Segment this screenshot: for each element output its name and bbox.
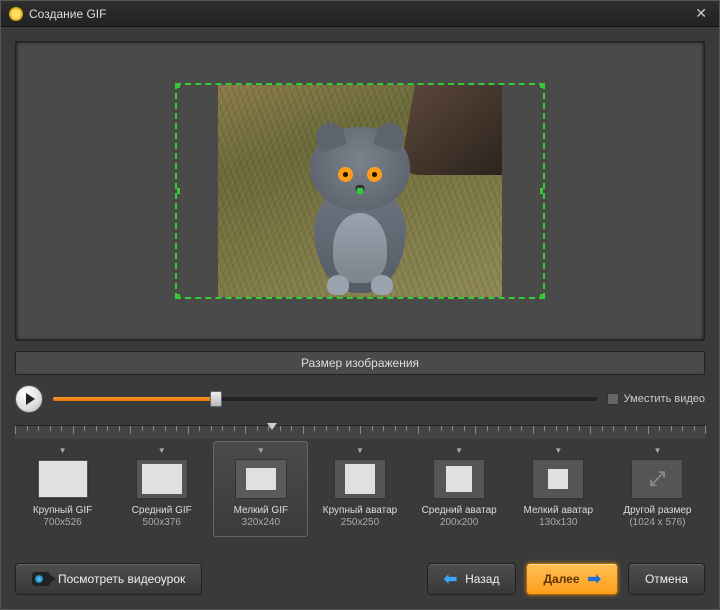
tutorial-label: Посмотреть видеоурок (58, 572, 185, 586)
expand-icon: ⤢ (649, 468, 665, 491)
preset-2[interactable]: ▼ Мелкий GIF320x240 (213, 441, 308, 537)
window-title: Создание GIF (29, 7, 691, 21)
next-label: Далее (543, 572, 579, 586)
fit-video-checkbox[interactable] (607, 393, 619, 405)
preset-thumb (235, 459, 287, 499)
preset-size: 130x130 (514, 517, 603, 528)
camera-icon (32, 572, 50, 586)
preview-image (218, 85, 502, 297)
content-area: Размер изображения Уместить видео ▼ Крупн… (1, 27, 719, 551)
preset-thumb (37, 459, 89, 499)
tutorial-button[interactable]: Посмотреть видеоурок (15, 563, 202, 595)
slider-thumb[interactable] (210, 391, 222, 407)
preset-size: 320x240 (216, 517, 305, 528)
play-button[interactable] (15, 385, 43, 413)
preset-name: Крупный аватар (315, 505, 404, 517)
preset-size: 700x526 (18, 517, 107, 528)
preset-size: 200x200 (415, 517, 504, 528)
cancel-button[interactable]: Отмена (628, 563, 705, 595)
size-slider[interactable] (53, 397, 597, 401)
preset-4[interactable]: ▼ Средний аватар200x200 (412, 441, 507, 537)
preset-thumb: ⤢ (631, 459, 683, 499)
preset-name: Мелкий GIF (216, 505, 305, 517)
preset-ruler (15, 425, 705, 439)
section-title: Размер изображения (15, 351, 705, 375)
playback-row: Уместить видео (15, 385, 705, 413)
chevron-down-icon: ▼ (514, 446, 603, 455)
chevron-down-icon: ▼ (415, 446, 504, 455)
preview-panel (15, 41, 705, 341)
crop-frame[interactable] (175, 83, 545, 299)
back-button[interactable]: ⬅ Назад (427, 563, 517, 595)
preset-thumb (334, 459, 386, 499)
chevron-down-icon: ▼ (18, 446, 107, 455)
footer: Посмотреть видеоурок ⬅ Назад Далее ➡ Отм… (15, 563, 705, 595)
preset-name: Другой размер (613, 505, 702, 517)
preset-name: Средний GIF (117, 505, 206, 517)
preset-name: Крупный GIF (18, 505, 107, 517)
chevron-down-icon: ▼ (216, 446, 305, 455)
titlebar: Создание GIF ✕ (1, 1, 719, 27)
back-label: Назад (465, 572, 499, 586)
fit-video-option[interactable]: Уместить видео (607, 393, 705, 405)
gif-creation-window: Создание GIF ✕ (0, 0, 720, 610)
presets-row: ▼ Крупный GIF700x526 ▼ Средний GIF500x376 ▼ М… (15, 441, 705, 537)
close-icon[interactable]: ✕ (691, 5, 711, 22)
preset-0[interactable]: ▼ Крупный GIF700x526 (15, 441, 110, 537)
arrow-right-icon: ➡ (588, 569, 601, 589)
preset-thumb (532, 459, 584, 499)
preset-thumb (433, 459, 485, 499)
preset-1[interactable]: ▼ Средний GIF500x376 (114, 441, 209, 537)
app-icon (9, 7, 23, 21)
preset-size: (1024 x 576) (613, 517, 702, 528)
fit-video-label: Уместить видео (624, 393, 705, 405)
chevron-down-icon: ▼ (315, 446, 404, 455)
preset-6[interactable]: ▼ ⤢ Другой размер(1024 x 576) (610, 441, 705, 537)
next-button[interactable]: Далее ➡ (526, 563, 617, 595)
preset-5[interactable]: ▼ Мелкий аватар130x130 (511, 441, 606, 537)
chevron-down-icon: ▼ (117, 446, 206, 455)
preset-size: 500x376 (117, 517, 206, 528)
chevron-down-icon: ▼ (613, 446, 702, 455)
preset-3[interactable]: ▼ Крупный аватар250x250 (312, 441, 407, 537)
preset-size: 250x250 (315, 517, 404, 528)
preset-name: Средний аватар (415, 505, 504, 517)
preset-thumb (136, 459, 188, 499)
cancel-label: Отмена (645, 572, 688, 586)
arrow-left-icon: ⬅ (444, 569, 457, 589)
preset-name: Мелкий аватар (514, 505, 603, 517)
